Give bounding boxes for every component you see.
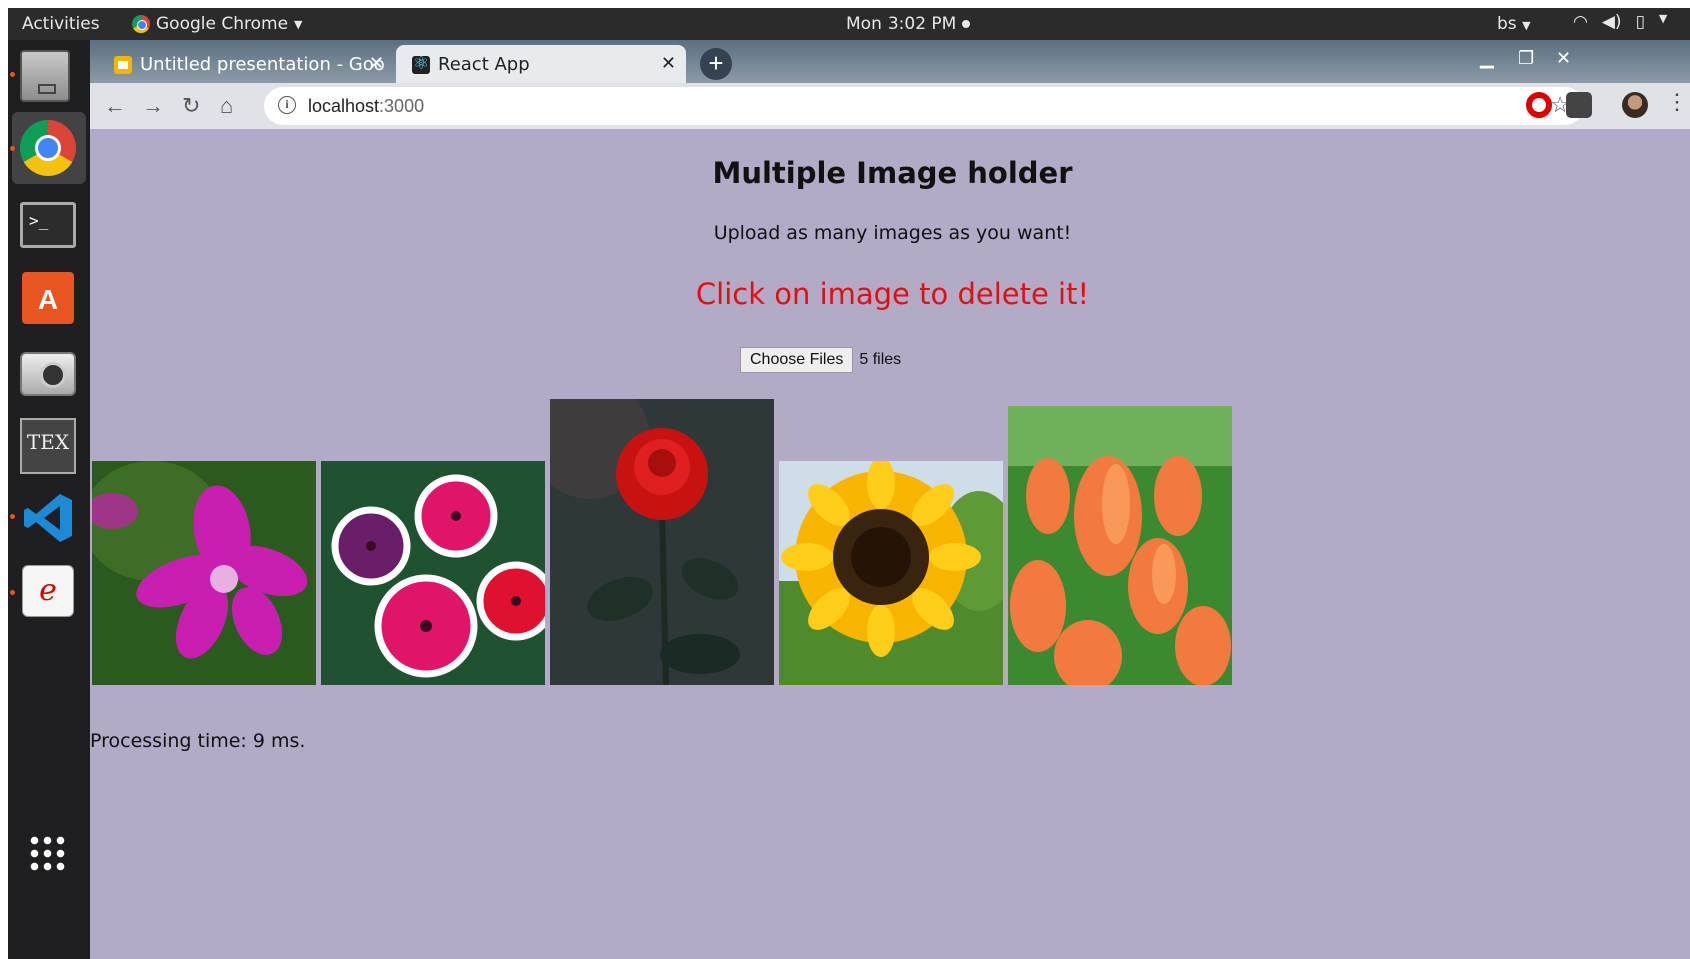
clock-day: Mon xyxy=(846,14,882,34)
user-name: bs xyxy=(1497,14,1517,34)
image-sunflower[interactable] xyxy=(779,461,1003,685)
files-icon[interactable] xyxy=(20,50,70,102)
tab-strip: Untitled presentation - Goo ✕ React App … xyxy=(90,40,1690,83)
file-input[interactable]: Choose Files 5 files xyxy=(740,347,901,373)
running-indicator xyxy=(10,514,15,519)
app-menu-label: Google Chrome xyxy=(156,14,289,34)
page-content: Multiple Image holder Upload as many ima… xyxy=(90,129,1690,959)
home-icon[interactable]: ⌂ xyxy=(220,93,233,119)
ubuntu-top-bar: Activities Google Chrome ▼ Mon 3:02 PM b… xyxy=(8,8,1690,40)
app-menu[interactable]: Google Chrome ▼ xyxy=(132,14,303,34)
image-tulips[interactable] xyxy=(1008,406,1232,685)
tab-untitled-presentation[interactable]: Untitled presentation - Goo ✕ xyxy=(98,45,394,83)
running-indicator xyxy=(10,590,15,595)
minimize-icon[interactable]: ▁ xyxy=(1480,48,1494,69)
adblock-extension-icon[interactable] xyxy=(1526,92,1552,118)
camera-icon[interactable] xyxy=(20,352,76,396)
terminal-icon[interactable]: >_ xyxy=(20,202,76,248)
chrome-icon xyxy=(132,15,150,33)
tab-title: Untitled presentation - Goo xyxy=(140,54,385,75)
chevron-down-icon: ▼ xyxy=(294,17,303,31)
clock-time: 3:02 PM xyxy=(887,14,957,34)
processing-time: Processing time: 9 ms. xyxy=(90,730,306,752)
ghostery-extension-icon[interactable] xyxy=(1566,92,1592,118)
activities-button[interactable]: Activities xyxy=(22,14,100,34)
launcher-dock: >_ A TEX ℯ xyxy=(8,40,90,959)
chevron-down-icon: ▼ xyxy=(1522,19,1531,32)
notification-dot-icon xyxy=(962,20,971,28)
profile-avatar[interactable] xyxy=(1622,92,1648,118)
forward-icon[interactable]: → xyxy=(142,93,164,119)
running-indicator xyxy=(10,146,15,151)
user-menu[interactable]: bs ▼ xyxy=(1497,14,1531,34)
slides-icon xyxy=(114,56,132,74)
close-icon[interactable]: ✕ xyxy=(661,53,676,74)
browser-toolbar: ← → ↻ ⌂ i localhost:3000 ☆ ⋮ xyxy=(90,83,1690,129)
wifi-icon: ◠ xyxy=(1573,12,1588,32)
image-petunias[interactable] xyxy=(321,461,545,685)
software-store-icon[interactable]: A xyxy=(22,272,74,324)
address-bar[interactable]: i localhost:3000 ☆ xyxy=(264,87,1584,125)
url-text: localhost:3000 xyxy=(308,96,425,116)
chevron-down-icon: ▼ xyxy=(1658,12,1668,25)
image-orchid[interactable] xyxy=(92,461,316,685)
image-red-rose[interactable] xyxy=(550,399,774,685)
clock[interactable]: Mon 3:02 PM xyxy=(846,14,971,34)
texmaker-icon[interactable]: TEX xyxy=(20,418,76,474)
battery-icon: ▯ xyxy=(1635,12,1645,32)
page-subtitle: Upload as many images as you want! xyxy=(713,222,1072,244)
tab-title: React App xyxy=(438,54,530,75)
info-icon[interactable]: i xyxy=(278,96,296,114)
reload-icon[interactable]: ↻ xyxy=(182,93,200,119)
system-tray[interactable]: ◠ ◀) ▯ ▼ xyxy=(1573,12,1667,32)
menu-icon[interactable]: ⋮ xyxy=(1666,89,1688,115)
back-icon[interactable]: ← xyxy=(104,93,126,119)
file-status: 5 files xyxy=(859,351,902,368)
app-grid-icon[interactable] xyxy=(28,834,68,874)
choose-files-button[interactable]: Choose Files xyxy=(740,347,854,373)
restore-icon[interactable]: ❐ xyxy=(1518,48,1534,69)
delete-instruction: Click on image to delete it! xyxy=(695,277,1090,311)
close-icon[interactable]: ✕ xyxy=(369,53,384,74)
running-indicator xyxy=(10,72,15,77)
vscode-icon[interactable] xyxy=(22,492,74,544)
react-icon xyxy=(412,53,430,74)
tab-react-app[interactable]: React App ✕ xyxy=(396,45,686,83)
chrome-icon[interactable] xyxy=(20,120,76,176)
new-tab-button[interactable]: + xyxy=(700,48,732,80)
close-window-icon[interactable]: ✕ xyxy=(1556,48,1571,69)
volume-icon: ◀) xyxy=(1601,12,1622,32)
pdf-viewer-icon[interactable]: ℯ xyxy=(22,565,74,617)
page-title: Multiple Image holder xyxy=(712,156,1073,190)
